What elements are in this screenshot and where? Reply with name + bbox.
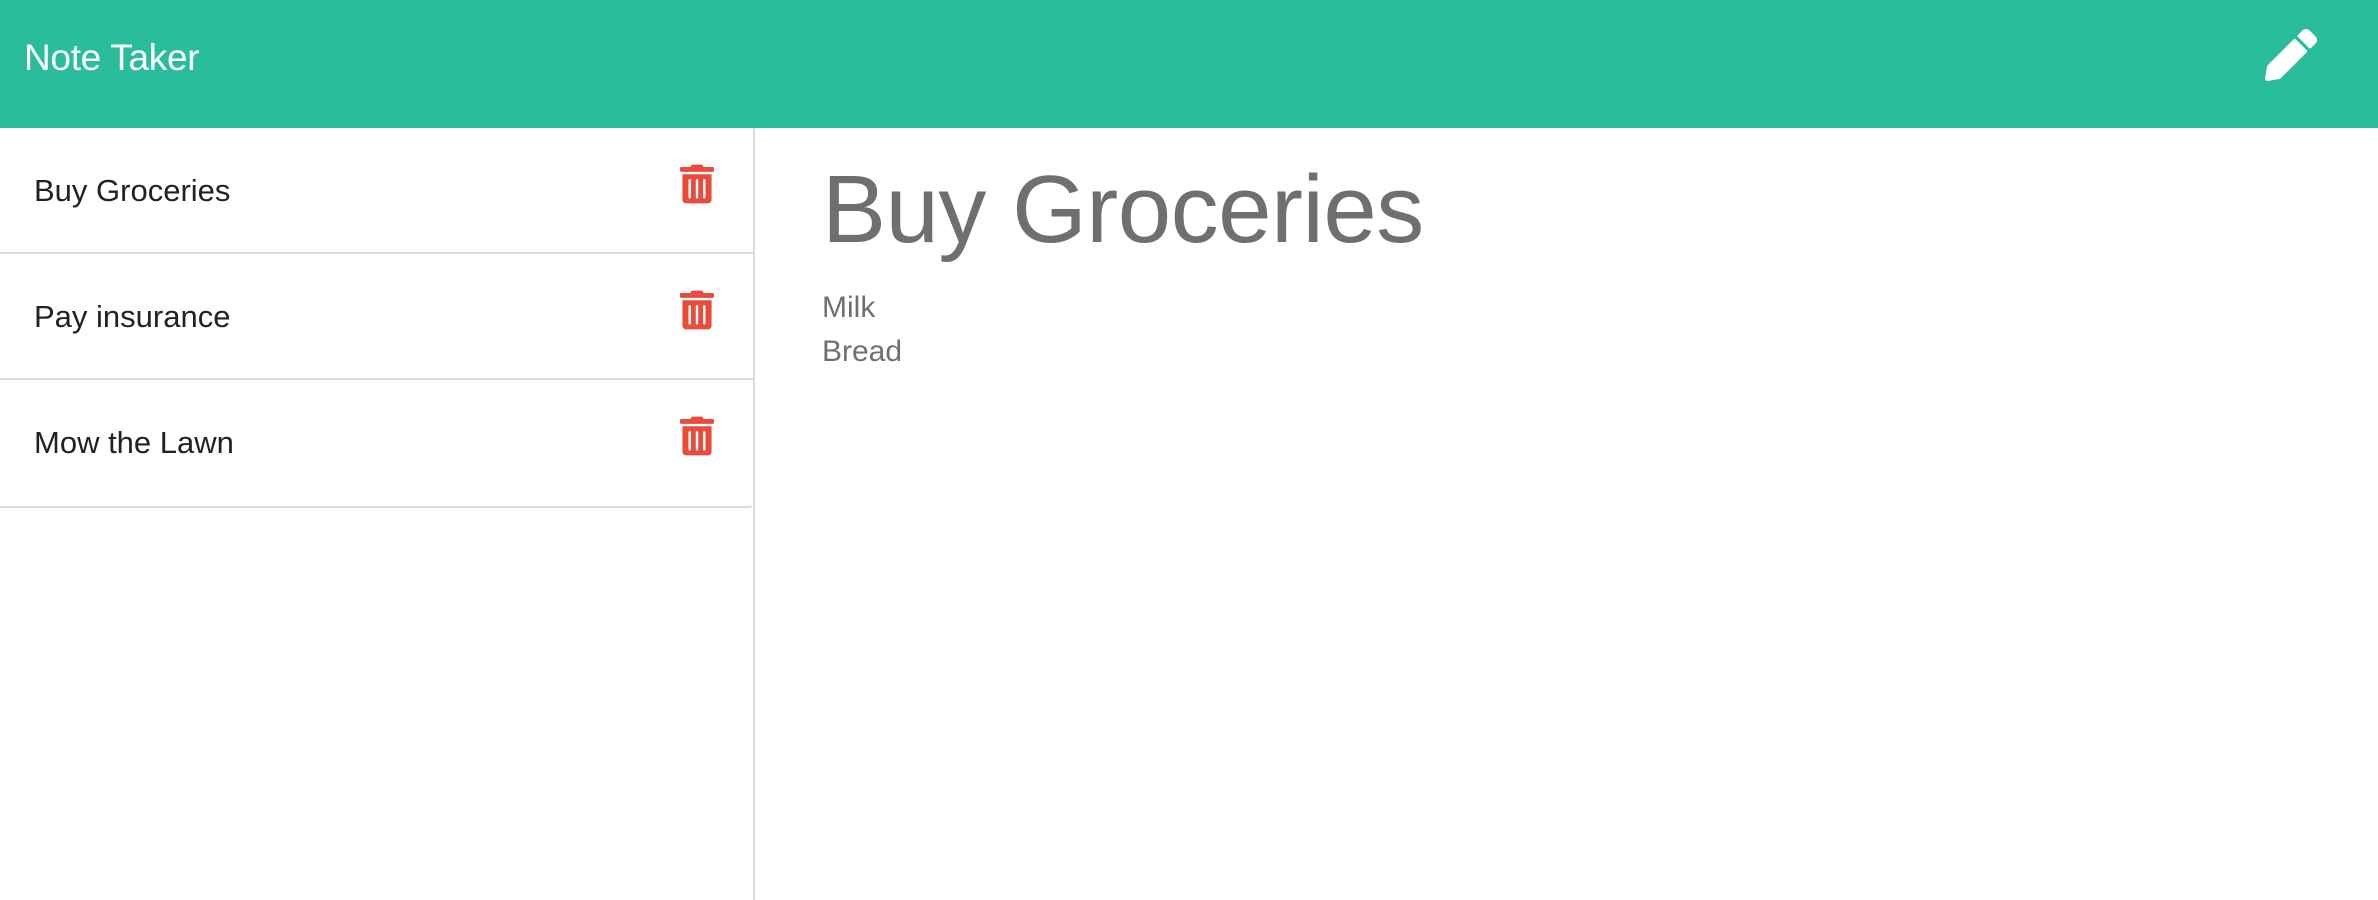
trash-icon: [680, 416, 714, 460]
note-list-item-buy-groceries[interactable]: Buy Groceries: [0, 128, 753, 254]
note-text-field[interactable]: Milk Bread: [822, 286, 902, 374]
trash-icon: [680, 290, 714, 334]
note-text-line: Milk: [822, 291, 876, 324]
note-list: Buy Groceries Pay insurance Mow the Lawn: [0, 128, 753, 508]
note-title-field[interactable]: Buy Groceries: [822, 150, 1424, 270]
pencil-icon: [2265, 28, 2317, 86]
delete-note-button[interactable]: [680, 290, 720, 334]
note-list-item-title[interactable]: Buy Groceries: [34, 128, 230, 254]
note-list-item-title[interactable]: Mow the Lawn: [34, 380, 234, 506]
new-note-button[interactable]: [2256, 22, 2326, 92]
note-text-line: Bread: [822, 335, 903, 368]
trash-icon: [680, 164, 714, 208]
delete-note-button[interactable]: [680, 416, 720, 460]
navbar: Note Taker: [0, 0, 2378, 128]
note-list-item-mow-the-lawn[interactable]: Mow the Lawn: [0, 380, 753, 506]
delete-note-button[interactable]: [680, 164, 720, 208]
note-detail-panel: Buy Groceries Milk Bread: [757, 128, 2378, 900]
notes-sidebar: Buy Groceries Pay insurance Mow the Lawn: [0, 128, 755, 900]
note-list-item-pay-insurance[interactable]: Pay insurance: [0, 254, 753, 380]
app-title[interactable]: Note Taker: [24, 0, 200, 116]
note-list-item-title[interactable]: Pay insurance: [34, 254, 230, 380]
